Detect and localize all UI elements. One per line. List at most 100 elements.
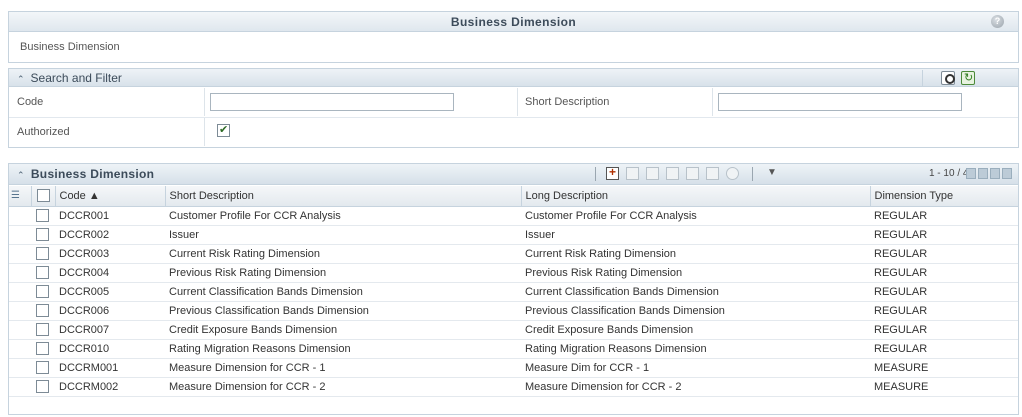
row-checkbox[interactable] [36, 266, 49, 279]
table-row[interactable]: DCCR010 Rating Migration Reasons Dimensio… [9, 339, 1018, 359]
cell-long-description: Current Risk Rating Dimension [521, 244, 870, 264]
row-checkbox[interactable] [36, 209, 49, 222]
cell-code: DCCR007 [55, 320, 165, 340]
row-checkbox[interactable] [36, 361, 49, 374]
cell-dimension-type: REGULAR [870, 225, 1018, 245]
row-spacer [9, 301, 31, 321]
cell-short-description: Issuer [165, 225, 521, 245]
grid-title[interactable]: ⌃ Business Dimension [17, 167, 154, 181]
row-select-cell[interactable] [31, 263, 55, 283]
row-select-cell[interactable] [31, 282, 55, 302]
cell-dimension-type: REGULAR [870, 206, 1018, 226]
cell-dimension-type: REGULAR [870, 244, 1018, 264]
row-checkbox[interactable] [36, 323, 49, 336]
row-checkbox[interactable] [36, 304, 49, 317]
cell-long-description: Issuer [521, 225, 870, 245]
cell-long-description: Current Classification Bands Dimension [521, 282, 870, 302]
grid-header: ⌃Business Dimension ▼ 1 - 10 / 49 [9, 164, 1018, 185]
collapse-chevron-icon[interactable]: ⌃ [17, 74, 25, 84]
view-icon[interactable] [626, 167, 639, 180]
hierarchy-icon[interactable]: ☰ [11, 190, 25, 202]
settings-icon[interactable] [726, 167, 739, 180]
page-header-bar: Business Dimension ? [9, 12, 1018, 32]
row-checkbox[interactable] [36, 342, 49, 355]
cell-short-description: Credit Exposure Bands Dimension [165, 320, 521, 340]
add-icon[interactable] [606, 165, 619, 180]
search-filter-panel: ⌃ Search and Filter Code Short Descriptio… [8, 68, 1019, 148]
cell-code: DCCRM001 [55, 358, 165, 378]
column-header-short-description[interactable]: Short Description [165, 186, 522, 207]
row-select-cell[interactable] [31, 377, 55, 397]
table-row[interactable]: DCCR004 Previous Risk Rating Dimension Pre… [9, 263, 1018, 283]
row-spacer [9, 244, 31, 264]
table-row[interactable]: DCCR005 Current Classification Bands Dime… [9, 282, 1018, 302]
cell-short-description: Previous Classification Bands Dimension [165, 301, 521, 321]
table-row[interactable]: DCCR006 Previous Classification Bands Dim… [9, 301, 1018, 321]
row-checkbox[interactable] [36, 380, 49, 393]
next-page-icon[interactable] [990, 168, 1000, 179]
copy-icon[interactable] [666, 167, 679, 180]
row-spacer [9, 282, 31, 302]
row-checkbox[interactable] [36, 247, 49, 260]
column-header-code[interactable]: Code ▲ [55, 186, 166, 207]
table-row[interactable]: DCCR003 Current Risk Rating Dimension Curr… [9, 244, 1018, 264]
first-page-icon[interactable] [966, 168, 976, 179]
export-icon[interactable] [706, 167, 719, 180]
cell-dimension-type: REGULAR [870, 282, 1018, 302]
table-row[interactable]: DCCR001 Customer Profile For CCR Analysis… [9, 206, 1018, 226]
row-checkbox[interactable] [36, 285, 49, 298]
row-select-cell[interactable] [31, 225, 55, 245]
row-spacer [9, 377, 31, 397]
code-label: Code [17, 96, 44, 108]
select-all-header[interactable] [31, 186, 56, 207]
cell-code: DCCR003 [55, 244, 165, 264]
toolbar-separator [595, 167, 596, 181]
row-select-cell[interactable] [31, 244, 55, 264]
grid-title-label: Business Dimension [30, 167, 155, 181]
help-icon[interactable]: ? [991, 15, 1004, 28]
cell-code: DCCRM002 [55, 377, 165, 397]
authorized-checkbox[interactable] [217, 123, 230, 137]
row-select-cell[interactable] [31, 206, 55, 226]
row-select-cell[interactable] [31, 320, 55, 340]
row-select-cell[interactable] [31, 358, 55, 378]
cell-code: DCCR010 [55, 339, 165, 359]
collapse-chevron-icon[interactable]: ⌃ [17, 170, 25, 180]
column-header-long-description[interactable]: Long Description [521, 186, 871, 207]
page-title: Business Dimension [450, 15, 577, 29]
row-checkbox[interactable] [36, 228, 49, 241]
row-select-cell[interactable] [31, 339, 55, 359]
cell-dimension-type: REGULAR [870, 301, 1018, 321]
table-row[interactable]: DCCRM002 Measure Dimension for CCR - 2 Mea… [9, 377, 1018, 397]
short-description-input[interactable] [718, 93, 962, 111]
previous-page-icon[interactable] [978, 168, 988, 179]
cell-short-description: Measure Dimension for CCR - 1 [165, 358, 521, 378]
edit-icon[interactable] [646, 167, 659, 180]
column-header-dimension-type[interactable]: Dimension Type [870, 186, 1019, 207]
last-page-icon[interactable] [1002, 168, 1012, 179]
delete-icon[interactable] [686, 167, 699, 180]
row-spacer [9, 320, 31, 340]
filter-icon[interactable]: ▼ [767, 167, 777, 178]
authorized-label: Authorized [17, 126, 70, 138]
cell-short-description: Rating Migration Reasons Dimension [165, 339, 521, 359]
code-input[interactable] [210, 93, 454, 111]
row-spacer [9, 225, 31, 245]
table-row[interactable]: DCCR002 Issuer Issuer REGULAR [9, 225, 1018, 245]
search-filter-title[interactable]: ⌃ Search and Filter [17, 71, 122, 85]
hierarchy-header[interactable]: ☰ [9, 186, 32, 207]
cell-long-description: Customer Profile For CCR Analysis [521, 206, 870, 226]
row-select-cell[interactable] [31, 301, 55, 321]
search-filter-header: ⌃ Search and Filter [9, 69, 1018, 87]
divider [204, 118, 205, 146]
divider [712, 88, 713, 116]
table-row[interactable]: DCCRM001 Measure Dimension for CCR - 1 Mea… [9, 358, 1018, 378]
select-all-checkbox[interactable] [36, 189, 50, 203]
reset-icon[interactable] [961, 71, 975, 85]
search-icon[interactable] [941, 71, 955, 85]
cell-short-description: Current Risk Rating Dimension [165, 244, 521, 264]
search-filter-label: Search and Filter [30, 71, 122, 85]
cell-dimension-type: REGULAR [870, 320, 1018, 340]
cell-long-description: Credit Exposure Bands Dimension [521, 320, 870, 340]
table-row[interactable]: DCCR007 Credit Exposure Bands Dimension Cr… [9, 320, 1018, 340]
